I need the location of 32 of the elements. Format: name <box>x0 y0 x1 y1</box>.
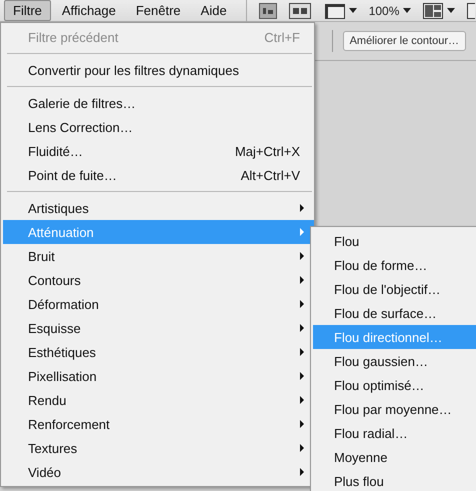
menu-item[interactable]: Plus flou <box>313 469 476 491</box>
menu-title[interactable]: Affichage <box>52 0 125 21</box>
menu-item[interactable]: Galerie de filtres… <box>3 91 314 115</box>
menu-title[interactable]: Fenêtre <box>126 0 190 21</box>
menu-item[interactable]: Esquisse <box>3 316 314 340</box>
menu-item[interactable]: Flou de forme… <box>313 253 476 277</box>
menu-item[interactable]: Bruit <box>3 244 314 268</box>
menu-item[interactable]: Moyenne <box>313 445 476 469</box>
menu-item[interactable]: Pixellisation <box>3 364 314 388</box>
menu-item[interactable]: Flou <box>313 229 476 253</box>
menu-item[interactable]: Esthétiques <box>3 340 314 364</box>
menu-item[interactable]: Textures <box>3 436 314 460</box>
menu-item[interactable]: Flou de l'objectif… <box>313 277 476 301</box>
menu-item[interactable]: Flou gaussien… <box>313 349 476 373</box>
menu-title[interactable]: Filtre <box>4 0 51 21</box>
menu-item[interactable]: Renforcement <box>3 412 314 436</box>
menu-title[interactable]: Aide <box>192 0 236 21</box>
menu-item[interactable]: Contours <box>3 268 314 292</box>
menu-item[interactable]: Flou optimisé… <box>313 373 476 397</box>
refine-edge-button[interactable]: Améliorer le contour… <box>342 31 466 51</box>
menu-item[interactable]: Convertir pour les filtres dynamiques <box>3 58 314 82</box>
zoom-level[interactable]: 100% <box>368 4 400 18</box>
menu-item[interactable]: Flou radial… <box>313 421 476 445</box>
menu-item[interactable]: Artistiques <box>3 196 314 220</box>
menu-item[interactable]: Vidéo <box>3 460 314 484</box>
menu-item[interactable]: Fluidité… Maj+Ctrl+X <box>3 139 314 163</box>
menu-item[interactable]: Rendu <box>3 388 314 412</box>
menu-item[interactable]: Flou par moyenne… <box>313 397 476 421</box>
menu-item[interactable]: Lens Correction… <box>3 115 314 139</box>
menu-item[interactable]: Déformation <box>3 292 314 316</box>
menu-item[interactable]: Point de fuite… Alt+Ctrl+V <box>3 163 314 187</box>
menu-item[interactable]: Flou de surface… <box>313 301 476 325</box>
